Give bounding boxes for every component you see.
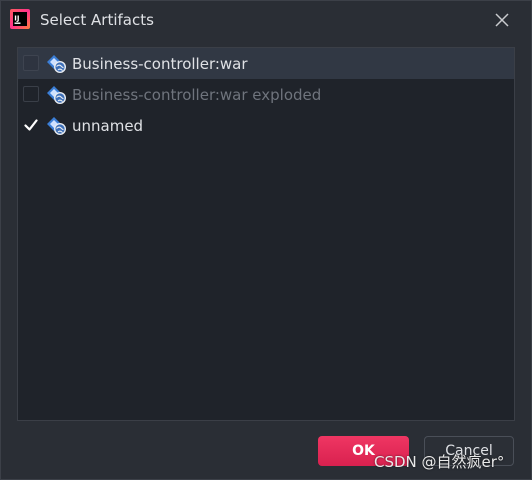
close-icon[interactable]	[487, 6, 517, 34]
dialog-title: Select Artifacts	[40, 11, 154, 29]
web-artifact-icon	[47, 86, 66, 104]
web-artifact-icon	[47, 55, 66, 73]
web-artifact-icon	[47, 117, 66, 135]
dialog-titlebar: IJ Select Artifacts	[1, 1, 531, 39]
checkmark-icon[interactable]	[23, 117, 39, 133]
svg-text:IJ: IJ	[14, 15, 19, 23]
artifact-row-unnamed[interactable]: unnamed	[18, 110, 514, 141]
artifact-label: Business-controller:war exploded	[72, 86, 322, 104]
artifact-row-business-controller-war[interactable]: Business-controller:war	[18, 48, 514, 79]
csdn-watermark: CSDN @自然疯er°	[374, 453, 505, 471]
intellij-idea-icon: IJ	[10, 9, 30, 29]
artifact-checkbox	[23, 86, 39, 102]
artifact-checkbox[interactable]	[23, 55, 39, 71]
artifact-label: Business-controller:war	[72, 55, 248, 73]
artifact-row-business-controller-war-exploded: Business-controller:war exploded	[18, 79, 514, 110]
artifact-label: unnamed	[72, 117, 144, 135]
artifacts-list: Business-controller:war Business-control…	[17, 47, 515, 421]
select-artifacts-dialog: IJ Select Artifacts Business-controller:…	[0, 0, 532, 480]
